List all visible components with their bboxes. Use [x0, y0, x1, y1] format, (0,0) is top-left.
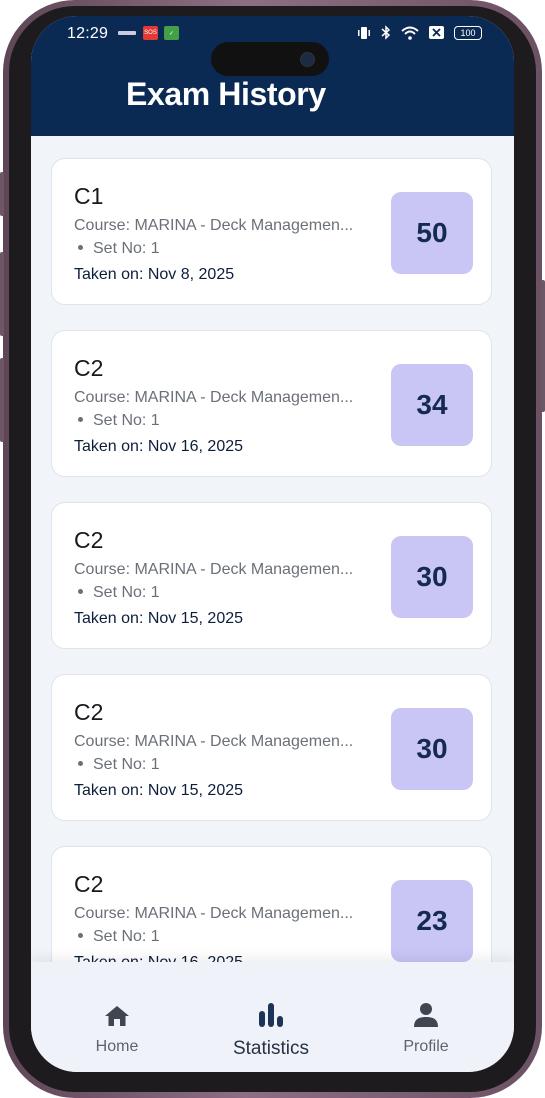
exam-date: Taken on: Nov 15, 2025	[74, 782, 244, 799]
exam-name: C2	[74, 527, 104, 553]
exam-name: C2	[74, 355, 104, 381]
page-title: Exam History	[126, 76, 326, 112]
volume-button	[0, 358, 4, 442]
score-badge: 23	[391, 880, 473, 962]
power-button	[541, 280, 545, 412]
wifi-icon	[401, 26, 419, 40]
exam-set: Set No: 1	[74, 412, 160, 430]
exam-set: Set No: 1	[74, 928, 160, 946]
exam-course: Course: MARINA - Deck Managemen...	[74, 561, 354, 578]
exam-set-label: Set No: 1	[93, 584, 160, 601]
side-button	[0, 172, 4, 216]
bullet-icon	[78, 244, 83, 250]
bottom-navigation: Home Statistics Profile	[31, 962, 514, 1072]
app-notification-icon: ✓	[164, 26, 179, 40]
bullet-icon	[78, 416, 83, 422]
screen: 12:29 SOS ✓ 100 Exam History C1 Course: …	[31, 16, 514, 1072]
data-off-icon	[429, 26, 444, 39]
exam-card[interactable]: C2 Course: MARINA - Deck Managemen... Se…	[51, 502, 492, 649]
status-system-icons: 100	[357, 25, 482, 40]
volume-button	[0, 252, 4, 336]
exam-course: Course: MARINA - Deck Managemen...	[74, 733, 354, 750]
exam-card[interactable]: C2 Course: MARINA - Deck Managemen... Se…	[51, 846, 492, 962]
nav-statistics[interactable]: Statistics	[211, 998, 331, 1060]
score-badge: 30	[391, 708, 473, 790]
exam-set: Set No: 1	[74, 240, 160, 258]
bullet-icon	[78, 932, 83, 938]
home-icon	[57, 998, 177, 1028]
exam-date: Taken on: Nov 16, 2025	[74, 954, 243, 962]
exam-name: C2	[74, 699, 104, 725]
bar-chart-icon	[211, 998, 331, 1028]
exam-set: Set No: 1	[74, 756, 160, 774]
app-header: 12:29 SOS ✓ 100 Exam History	[31, 16, 514, 136]
exam-date: Taken on: Nov 16, 2025	[74, 438, 244, 455]
battery-icon: 100	[454, 25, 482, 40]
notification-icon	[117, 26, 137, 40]
bullet-icon	[78, 588, 83, 594]
camera-notch	[211, 42, 329, 76]
nav-home[interactable]: Home	[57, 998, 177, 1056]
exam-set-label: Set No: 1	[93, 928, 160, 945]
bullet-icon	[78, 760, 83, 766]
exam-name: C2	[74, 871, 104, 897]
camera-icon	[300, 52, 315, 67]
exam-course: Course: MARINA - Deck Managemen...	[74, 905, 354, 922]
score-badge: 30	[391, 536, 473, 618]
exam-date: Taken on: Nov 8, 2025	[74, 266, 235, 283]
score-badge: 50	[391, 192, 473, 274]
exam-history-list[interactable]: C1 Course: MARINA - Deck Managemen... Se…	[31, 136, 514, 962]
nav-profile-label: Profile	[403, 1038, 449, 1055]
exam-set-label: Set No: 1	[93, 756, 160, 773]
bluetooth-icon	[381, 25, 391, 40]
exam-card[interactable]: C1 Course: MARINA - Deck Managemen... Se…	[51, 158, 492, 305]
exam-set-label: Set No: 1	[93, 412, 160, 429]
nav-statistics-label: Statistics	[232, 1038, 310, 1059]
exam-set: Set No: 1	[74, 584, 160, 602]
exam-card[interactable]: C2 Course: MARINA - Deck Managemen... Se…	[51, 674, 492, 821]
nav-home-label: Home	[95, 1038, 139, 1055]
status-time: 12:29	[67, 25, 109, 42]
person-icon	[366, 998, 486, 1028]
sos-icon: SOS	[143, 26, 158, 40]
nav-profile[interactable]: Profile	[366, 998, 486, 1056]
exam-name: C1	[74, 183, 104, 209]
vibrate-icon	[358, 26, 370, 39]
exam-course: Course: MARINA - Deck Managemen...	[74, 389, 354, 406]
status-notification-icons: SOS ✓	[117, 26, 179, 40]
exam-course: Course: MARINA - Deck Managemen...	[74, 217, 354, 234]
exam-card[interactable]: C2 Course: MARINA - Deck Managemen... Se…	[51, 330, 492, 477]
exam-set-label: Set No: 1	[93, 240, 160, 257]
score-badge: 34	[391, 364, 473, 446]
exam-date: Taken on: Nov 15, 2025	[74, 610, 244, 627]
